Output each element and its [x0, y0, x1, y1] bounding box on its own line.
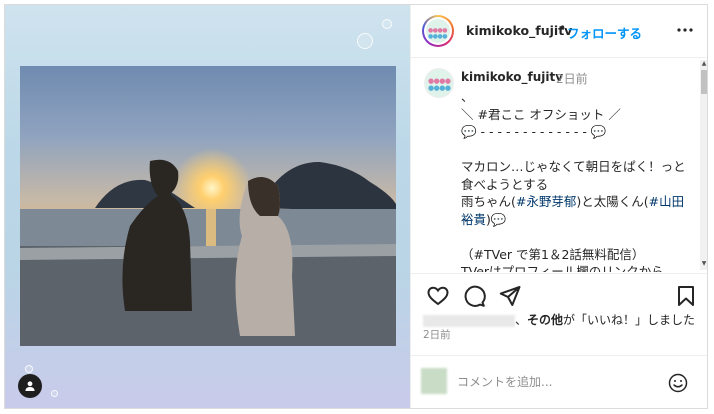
caption-area[interactable]: ●●●● ●●●● kimikoko_fujitv 2日前 、 ＼ #君ここ オ… — [411, 58, 707, 272]
heart-icon — [427, 286, 449, 306]
user-tag-button[interactable] — [18, 374, 42, 398]
decor-bubble — [51, 390, 58, 397]
post-header: ●●●● ●●●● kimikoko_fujitv • フォローする — [411, 5, 707, 58]
sunset-scene — [20, 148, 396, 346]
share-button[interactable] — [498, 284, 522, 308]
story-ring[interactable]: ●●●● ●●●● — [422, 15, 454, 47]
comment-input[interactable] — [457, 373, 657, 391]
post-sidebar: ●●●● ●●●● kimikoko_fujitv • フォローする ●●●● … — [410, 5, 707, 408]
more-icon — [677, 28, 693, 32]
post-media[interactable] — [5, 5, 410, 408]
like-button[interactable] — [426, 284, 450, 308]
caption-scrollbar[interactable]: ▲ ▼ — [700, 60, 707, 270]
instagram-post: ●●●● ●●●● kimikoko_fujitv • フォローする ●●●● … — [4, 4, 708, 409]
save-button[interactable] — [674, 284, 698, 308]
scroll-thumb[interactable] — [701, 70, 707, 94]
add-comment-bar — [411, 355, 707, 408]
caption-time: 2日前 — [556, 72, 588, 86]
likes-summary[interactable]: 、その他が「いいね！」しました — [423, 311, 707, 328]
hashtag-link[interactable]: #山田 — [649, 194, 684, 209]
current-user-avatar — [421, 368, 447, 394]
account-username[interactable]: kimikoko_fujitv — [466, 23, 572, 38]
caption-text: 、 ＼ #君ここ オフショット ／ 💬 - - - - - - - - - - … — [461, 89, 686, 272]
emoji-button[interactable] — [668, 373, 688, 393]
liker-names-blurred — [423, 314, 515, 327]
comment-button[interactable] — [462, 284, 486, 308]
emoji-icon — [668, 373, 688, 393]
share-icon — [499, 286, 521, 306]
caption-avatar[interactable]: ●●●● ●●●● — [424, 68, 454, 98]
decor-bubble — [382, 19, 392, 29]
scroll-up-arrow[interactable]: ▲ — [700, 60, 707, 68]
header-separator: • — [559, 21, 567, 35]
user-tag-icon — [25, 381, 35, 391]
follow-button[interactable]: フォローする — [567, 23, 642, 42]
action-bar — [411, 273, 707, 314]
bookmark-icon — [678, 286, 694, 306]
hashtag-link[interactable]: 裕貴 — [461, 212, 486, 227]
account-avatar: ●●●● ●●●● — [426, 19, 450, 43]
scroll-down-arrow[interactable]: ▼ — [700, 260, 707, 268]
comment-icon — [464, 285, 486, 307]
post-photo — [20, 66, 396, 346]
hashtag-link[interactable]: #永野芽郁 — [516, 194, 576, 209]
decor-bubble — [357, 33, 373, 49]
more-options-button[interactable] — [673, 19, 697, 41]
decor-bubble — [25, 365, 33, 373]
caption-username[interactable]: kimikoko_fujitv — [461, 70, 563, 84]
post-date: 2日前 — [423, 329, 451, 341]
